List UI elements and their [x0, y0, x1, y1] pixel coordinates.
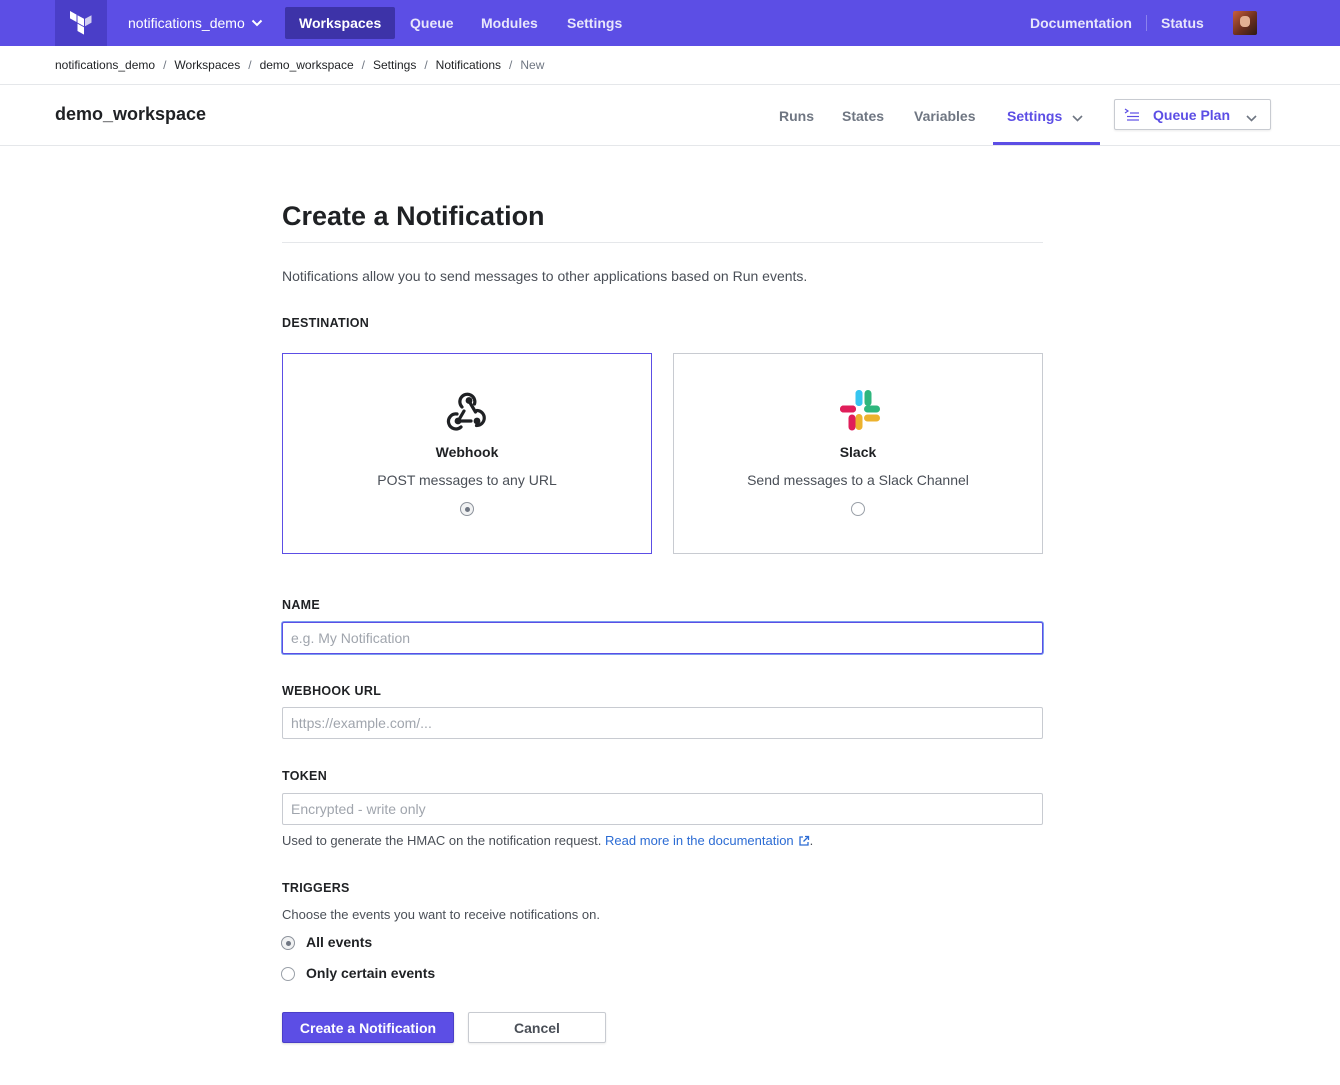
tab-settings[interactable]: Settings: [993, 85, 1100, 145]
all-events-label[interactable]: All events: [306, 934, 372, 950]
cancel-button[interactable]: Cancel: [468, 1012, 606, 1043]
nav-workspaces[interactable]: Workspaces: [285, 7, 396, 39]
top-nav: notifications_demo Workspaces Queue Modu…: [0, 0, 1340, 46]
webhook-url-input[interactable]: [282, 707, 1043, 739]
token-input[interactable]: [282, 793, 1043, 825]
destination-label: DESTINATION: [282, 316, 370, 330]
divider: [282, 242, 1043, 243]
documentation-link[interactable]: Read more in the documentation: [605, 833, 810, 848]
queue-plan-label: Queue Plan: [1153, 107, 1231, 123]
breadcrumb-workspace[interactable]: demo_workspace: [260, 58, 354, 72]
token-help-suffix: .: [809, 833, 814, 848]
certain-events-radio[interactable]: [281, 967, 295, 981]
certain-events-label[interactable]: Only certain events: [306, 965, 435, 981]
slack-description: Send messages to a Slack Channel: [747, 472, 969, 488]
nav-divider: [1146, 15, 1147, 31]
tab-runs[interactable]: Runs: [765, 85, 828, 145]
webhook-icon: [446, 392, 486, 431]
nav-status[interactable]: Status: [1161, 0, 1204, 46]
breadcrumb-notifications[interactable]: Notifications: [436, 58, 501, 72]
tab-settings-label: Settings: [1007, 108, 1063, 124]
breadcrumb-separator: /: [361, 58, 365, 72]
nav-queue[interactable]: Queue: [396, 7, 468, 39]
documentation-link-label: Read more in the documentation: [605, 833, 794, 848]
divider: [0, 84, 1340, 85]
token-help-message: Used to generate the HMAC on the notific…: [282, 833, 602, 848]
user-avatar[interactable]: [1233, 11, 1257, 35]
breadcrumb-separator: /: [424, 58, 428, 72]
webhook-radio[interactable]: [460, 502, 474, 516]
breadcrumb-current: New: [520, 58, 545, 72]
breadcrumb: notifications_demo / Workspaces / demo_w…: [55, 46, 544, 84]
all-events-radio[interactable]: [281, 936, 295, 950]
breadcrumb-separator: /: [509, 58, 513, 72]
nav-modules[interactable]: Modules: [467, 7, 552, 39]
workspace-title: demo_workspace: [55, 104, 207, 124]
chevron-down-icon: [1246, 109, 1257, 127]
divider: [0, 145, 1340, 146]
destination-slack-card[interactable]: Slack Send messages to a Slack Channel: [673, 353, 1043, 554]
terraform-logo-icon[interactable]: [55, 0, 107, 46]
terminal-icon: [1124, 108, 1140, 127]
triggers-label: TRIGGERS: [282, 881, 350, 895]
breadcrumb-org[interactable]: notifications_demo: [55, 58, 155, 72]
breadcrumb-settings[interactable]: Settings: [373, 58, 416, 72]
slack-radio[interactable]: [851, 502, 865, 516]
tab-states[interactable]: States: [828, 85, 898, 145]
webhook-url-label: WEBHOOK URL: [282, 684, 382, 698]
external-link-icon: [798, 835, 810, 850]
breadcrumb-separator: /: [163, 58, 167, 72]
org-name: notifications_demo: [128, 15, 245, 31]
chevron-down-icon: [251, 19, 263, 27]
queue-plan-button[interactable]: Queue Plan: [1114, 99, 1271, 130]
slack-title: Slack: [839, 444, 877, 460]
create-notification-button[interactable]: Create a Notification: [282, 1012, 454, 1043]
chevron-down-icon: [1072, 86, 1083, 149]
webhook-title: Webhook: [435, 444, 499, 460]
slack-icon: [840, 390, 880, 431]
name-input[interactable]: [282, 622, 1043, 654]
nav-settings[interactable]: Settings: [553, 7, 636, 39]
token-label: TOKEN: [282, 769, 328, 783]
breadcrumb-separator: /: [248, 58, 252, 72]
triggers-description: Choose the events you want to receive no…: [282, 907, 600, 922]
org-switcher[interactable]: notifications_demo: [128, 0, 263, 46]
token-help-text: Used to generate the HMAC on the notific…: [282, 833, 813, 850]
page-title: Create a Notification: [282, 201, 545, 231]
tab-variables[interactable]: Variables: [900, 85, 990, 145]
destination-webhook-card[interactable]: Webhook POST messages to any URL: [282, 353, 652, 554]
nav-documentation[interactable]: Documentation: [1030, 0, 1132, 46]
breadcrumb-workspaces[interactable]: Workspaces: [174, 58, 240, 72]
webhook-description: POST messages to any URL: [377, 472, 557, 488]
name-label: NAME: [282, 598, 321, 612]
intro-text: Notifications allow you to send messages…: [282, 268, 808, 284]
